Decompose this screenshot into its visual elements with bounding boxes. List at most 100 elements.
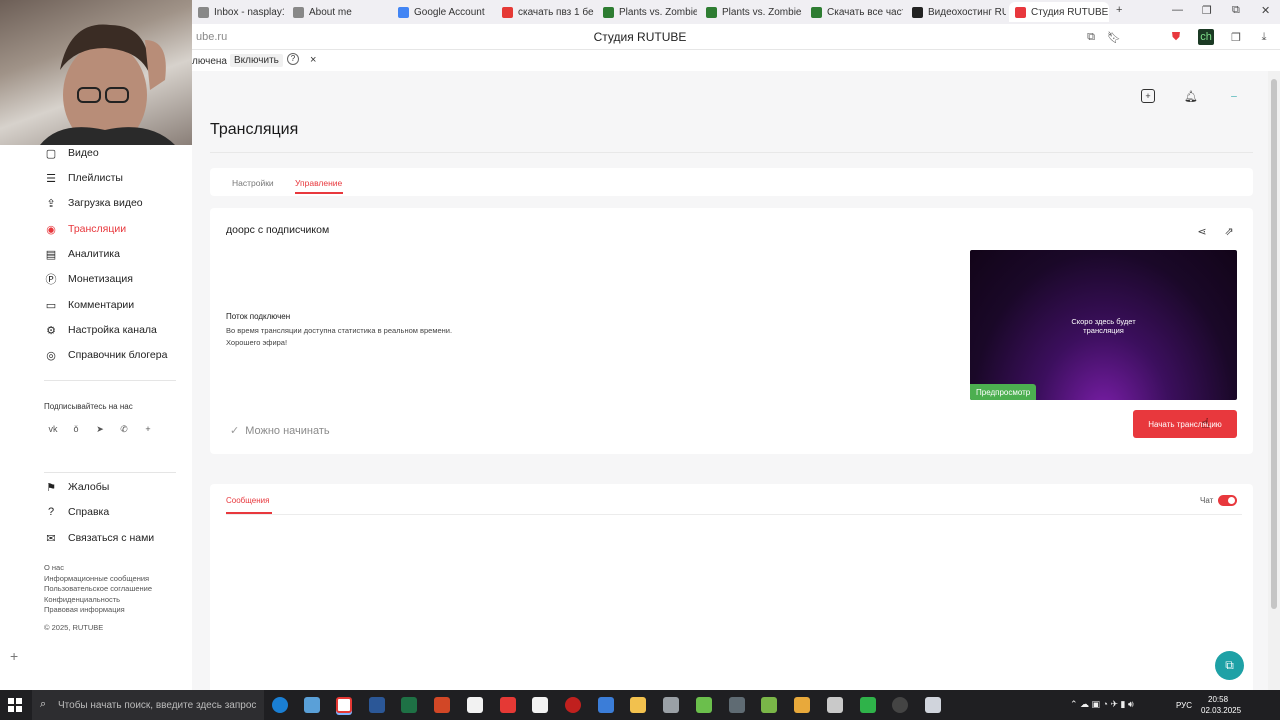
window-icon[interactable]: ⧉ [1232, 4, 1240, 17]
download-icon[interactable]: ⤓ [1256, 29, 1272, 45]
game-icon[interactable] [663, 697, 679, 713]
tray-icons[interactable]: ⌃ ☁ ▣ ◔ ✈ ▮ 🔊︎ [1070, 699, 1134, 710]
footer-link[interactable]: Конфиденциальность [44, 595, 120, 604]
sidebar-item-playlist[interactable]: ☰ Плейлисты [44, 168, 123, 188]
minimize-icon[interactable]: — [1172, 4, 1183, 16]
obs-icon[interactable] [892, 697, 908, 713]
sidebar-item-guide[interactable]: ◎ Справочник блогера [44, 345, 167, 365]
sidebar-item-analytics[interactable]: ▤ Аналитика [44, 244, 120, 264]
sidebar-item-mail[interactable]: ✉ Связаться с нами [44, 528, 154, 548]
share-icon[interactable]: ⋖ [1195, 224, 1209, 238]
app-icon[interactable] [925, 697, 941, 713]
browser-tab[interactable]: About me [287, 2, 387, 22]
external-link-icon[interactable]: ⇗ [1222, 224, 1236, 238]
start-stream-button[interactable]: Начать трансляцию [1133, 410, 1237, 438]
tab-label: Google Account [414, 6, 485, 18]
app-icon[interactable] [827, 697, 843, 713]
folder-icon[interactable] [630, 697, 646, 713]
scrollbar[interactable] [1268, 71, 1280, 690]
file-icon[interactable] [467, 697, 483, 713]
browser-tab[interactable]: Plants vs. Zombies [700, 2, 802, 22]
excel-icon[interactable] [401, 697, 417, 713]
create-icon[interactable]: + [1141, 89, 1155, 103]
new-tab-icon[interactable]: + [1116, 4, 1122, 16]
tab-settings[interactable]: Настройки [232, 178, 274, 188]
add-icon[interactable]: + [10, 648, 18, 664]
game-icon[interactable] [729, 697, 745, 713]
vk-icon[interactable]: vk [46, 422, 60, 436]
browser-tab[interactable]: Видеохостинг RU [906, 2, 1006, 22]
avatar[interactable]: ─ [1226, 88, 1242, 104]
opera-icon[interactable] [565, 697, 581, 713]
sidebar-item-broadcast[interactable]: ◉ Трансляции [44, 219, 126, 239]
game-icon[interactable] [696, 697, 712, 713]
collections-icon[interactable]: ❐ [1228, 29, 1244, 45]
tab-favicon-icon [398, 6, 409, 18]
status-title: Поток подключен [226, 312, 291, 321]
tab-messages[interactable]: Сообщения [226, 496, 269, 505]
preview-text: трансляция [1083, 326, 1124, 335]
sidebar-item-comments[interactable]: ▭ Комментарии [44, 295, 134, 315]
browser-tab[interactable]: скачать пвз 1 бес [496, 2, 594, 22]
extensions-icon[interactable]: ⧉ [1083, 29, 1099, 45]
chat-toggle[interactable] [1218, 495, 1237, 506]
more-icon[interactable]: + [141, 422, 155, 436]
browser-tab[interactable]: Plants vs. Zombies [597, 2, 697, 22]
windows-start-icon[interactable] [8, 698, 22, 712]
tab-management[interactable]: Управление [295, 178, 342, 188]
yandex-icon[interactable] [336, 697, 352, 713]
ok-icon[interactable]: ǒ [69, 422, 83, 436]
sidebar-item-video[interactable]: ▢ Видео [44, 143, 99, 163]
yandex-browser-icon[interactable] [500, 697, 516, 713]
footer-link[interactable]: Пользовательское соглашение [44, 584, 152, 593]
language-indicator[interactable]: РУС [1176, 701, 1192, 710]
chat-toggle-label: Чат [1200, 496, 1214, 505]
sidebar-item-label: Справка [68, 506, 110, 518]
scrollbar-thumb[interactable] [1271, 79, 1277, 609]
clock-date[interactable]: 02.03.2025 [1201, 706, 1241, 715]
sidebar-item-flag[interactable]: ⚑ Жалобы [44, 477, 109, 497]
sidebar-item-label: Жалобы [68, 481, 110, 493]
sidebar-item-help[interactable]: ? Справка [44, 502, 109, 522]
edge-icon[interactable] [272, 697, 288, 713]
footer-link[interactable]: Информационные сообщения [44, 574, 149, 583]
notifications-icon[interactable]: 🔔︎ [1183, 88, 1199, 104]
app-icon[interactable] [304, 697, 320, 713]
utorrent-icon[interactable] [860, 697, 876, 713]
support-chat-button[interactable]: ⧉ [1215, 651, 1244, 680]
file-icon[interactable] [532, 697, 548, 713]
restore-icon[interactable]: ❐ [1202, 4, 1212, 17]
bookmark-icon[interactable]: 🔖︎ [1106, 29, 1122, 45]
close-window-icon[interactable]: ✕ [1261, 4, 1270, 17]
sidebar-item-label: Аналитика [68, 248, 120, 260]
footer-link[interactable]: О нас [44, 563, 64, 572]
shield-icon[interactable]: ⛊ [1168, 29, 1184, 45]
enable-button[interactable]: Включить [230, 54, 283, 67]
browser-tab[interactable]: Inbox - nasplay10 [192, 2, 284, 22]
sidebar-item-upload[interactable]: ⇪ Загрузка видео [44, 193, 142, 213]
analytics-icon: ▤ [45, 248, 57, 261]
powerpoint-icon[interactable] [434, 697, 450, 713]
sidebar-item-monetization[interactable]: Ⓟ Монетизация [44, 269, 133, 289]
url-text[interactable]: ube.ru [196, 31, 227, 43]
active-tab-indicator [295, 192, 343, 194]
browser-tab[interactable]: Скачать все части [805, 2, 903, 22]
minecraft-icon[interactable] [761, 697, 777, 713]
browser-tab[interactable]: Google Account [392, 2, 492, 22]
sidebar-item-channel-settings[interactable]: ⚙ Настройка канала [44, 320, 157, 340]
taskbar-search[interactable]: ⌕ Чтобы начать поиск, введите здесь запр… [32, 690, 264, 720]
tab-favicon-icon [502, 6, 513, 18]
browser-side-strip [0, 145, 32, 690]
telegram-icon[interactable]: ➤ [93, 422, 107, 436]
close-icon[interactable]: × [310, 54, 316, 66]
help-icon[interactable]: ? [287, 53, 299, 65]
word-icon[interactable] [369, 697, 385, 713]
extension-green-icon[interactable]: ch [1198, 29, 1214, 45]
stream-preview[interactable]: Скоро здесь будет трансляция Предпросмот… [970, 250, 1237, 400]
browser-tab[interactable]: Студия RUTUBE× [1009, 2, 1109, 22]
viber-icon[interactable]: ✆ [117, 422, 131, 436]
game-icon[interactable] [794, 697, 810, 713]
clock-time[interactable]: 20:58 [1208, 695, 1228, 704]
footer-link[interactable]: Правовая информация [44, 605, 125, 614]
app-icon[interactable] [598, 697, 614, 713]
